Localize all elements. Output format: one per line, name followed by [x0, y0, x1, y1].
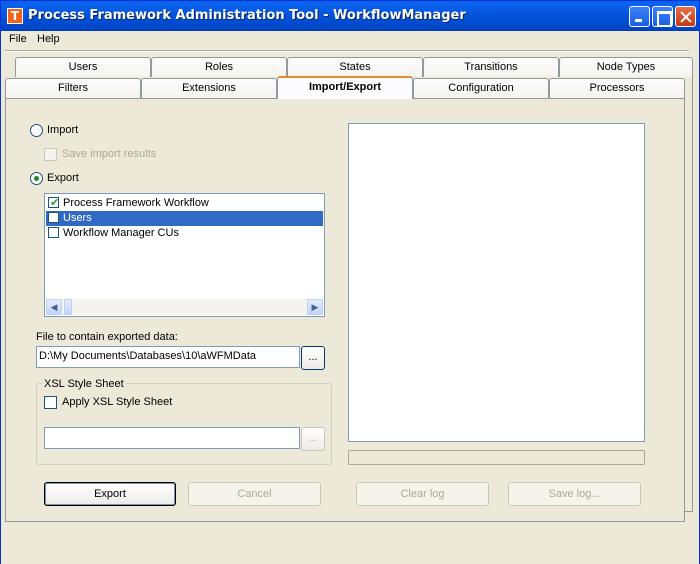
save-import-results-label: Save import results	[62, 148, 157, 160]
menu-help[interactable]: Help	[37, 33, 60, 45]
title-bar[interactable]: T Process Framework Administration Tool …	[1, 1, 699, 31]
list-item[interactable]: Users	[46, 211, 323, 226]
export-file-input[interactable]: D:\My Documents\Databases\10\aWFMData	[36, 346, 300, 368]
export-radio[interactable]	[30, 172, 43, 185]
app-icon[interactable]: T	[7, 8, 23, 24]
tab-import-export[interactable]: Import/Export	[277, 76, 413, 99]
tab-configuration[interactable]: Configuration	[413, 78, 549, 98]
list-item[interactable]: Workflow Manager CUs	[46, 226, 323, 241]
horizontal-scrollbar[interactable]: ◀ ▶	[46, 299, 323, 315]
maximize-button[interactable]	[652, 6, 673, 27]
export-button[interactable]: Export	[44, 482, 176, 506]
list-item-label: Process Framework Workflow	[63, 197, 209, 209]
file-label: File to contain exported data:	[36, 331, 178, 343]
window-title: Process Framework Administration Tool - …	[28, 8, 466, 23]
minimize-button[interactable]	[629, 6, 650, 27]
browse-xsl-button[interactable]: ...	[301, 427, 325, 451]
tab-processors[interactable]: Processors	[549, 78, 685, 98]
tab-extensions[interactable]: Extensions	[141, 78, 277, 98]
close-button[interactable]	[675, 6, 696, 27]
list-item-label: Users	[63, 212, 92, 224]
export-label: Export	[47, 172, 79, 184]
menu-file[interactable]: File	[9, 33, 27, 45]
tab-roles[interactable]: Roles	[151, 57, 287, 77]
scroll-right-icon[interactable]: ▶	[307, 299, 323, 315]
apply-xsl-checkbox[interactable]	[44, 396, 57, 409]
import-label: Import	[47, 124, 79, 136]
main-window: T Process Framework Administration Tool …	[0, 0, 700, 564]
xsl-group-title: XSL Style Sheet	[42, 378, 126, 390]
export-items-list[interactable]: Process Framework Workflow Users Workflo…	[44, 193, 325, 317]
tab-transitions[interactable]: Transitions	[423, 57, 559, 77]
tab-node-types[interactable]: Node Types	[559, 57, 693, 77]
status-bar	[1, 524, 699, 564]
list-item[interactable]: Process Framework Workflow	[46, 196, 323, 211]
xsl-file-input[interactable]	[44, 427, 300, 449]
list-item-checkbox[interactable]	[48, 196, 59, 209]
list-item-checkbox[interactable]	[48, 227, 59, 238]
tab-states[interactable]: States	[287, 57, 423, 77]
clear-log-button[interactable]: Clear log	[356, 482, 489, 506]
list-item-checkbox[interactable]	[48, 212, 59, 223]
menu-separator	[5, 50, 689, 52]
save-import-results-checkbox[interactable]	[44, 148, 57, 161]
save-log-button[interactable]: Save log...	[508, 482, 641, 506]
import-radio[interactable]	[30, 124, 43, 137]
tab-users[interactable]: Users	[15, 57, 151, 77]
scroll-thumb[interactable]	[64, 299, 72, 315]
menu-bar: File Help	[1, 31, 699, 49]
scroll-left-icon[interactable]: ◀	[46, 299, 62, 315]
back-tab-edge	[685, 76, 693, 512]
apply-xsl-label: Apply XSL Style Sheet	[62, 396, 173, 408]
browse-file-button[interactable]: ...	[301, 346, 325, 370]
progress-bar	[348, 450, 645, 465]
list-item-label: Workflow Manager CUs	[63, 227, 179, 239]
log-output[interactable]	[348, 123, 645, 442]
cancel-button[interactable]: Cancel	[188, 482, 321, 506]
tab-filters[interactable]: Filters	[5, 78, 141, 98]
